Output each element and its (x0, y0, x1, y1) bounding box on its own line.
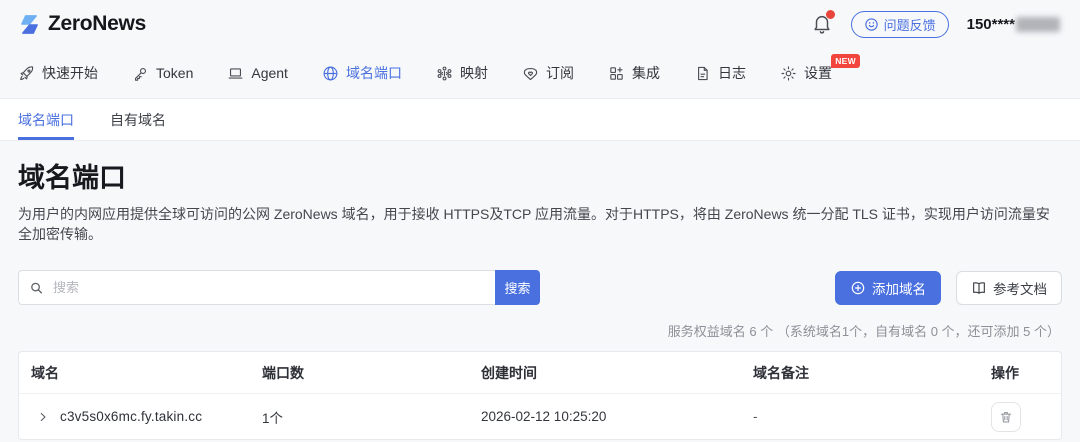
toolbar: 搜索 添加域名 参考文档 (18, 270, 1062, 305)
smiley-icon (864, 17, 879, 32)
trash-icon (999, 410, 1013, 424)
nav-item-subscription[interactable]: 订阅 (522, 63, 574, 83)
feedback-label: 问题反馈 (883, 17, 936, 33)
document-icon (694, 65, 711, 82)
key-icon (132, 65, 149, 82)
column-header-created: 创建时间 (481, 364, 537, 381)
globe-icon (322, 65, 339, 82)
tab-domain-ports[interactable]: 域名端口 (18, 99, 74, 140)
nav-item-token[interactable]: Token (132, 65, 193, 82)
search-input[interactable] (18, 270, 495, 305)
book-icon (971, 280, 987, 296)
add-domain-label: 添加域名 (872, 281, 926, 297)
created-at: 2026-02-12 10:25:20 (481, 409, 607, 424)
nodes-icon (436, 65, 453, 82)
nav-label: 映射 (459, 65, 488, 81)
add-domain-button[interactable]: 添加域名 (835, 270, 941, 305)
brand-name: ZeroNews (48, 12, 146, 35)
main-nav: 快速开始 Token Agent 域名端口 映射 订阅 集成 日志 设置 NEW (0, 48, 1080, 98)
column-header-note: 域名备注 (753, 364, 809, 381)
domains-table: 域名 端口数 创建时间 域名备注 操作 c3v5s0x6mc.fy.takin.… (18, 351, 1062, 440)
zeronews-logo-icon (18, 13, 41, 36)
search-button[interactable]: 搜索 (495, 270, 540, 305)
notification-dot (825, 10, 835, 19)
account-phone-blurred (1016, 16, 1060, 32)
nav-item-integrations[interactable]: 集成 (608, 63, 660, 83)
docs-button[interactable]: 参考文档 (956, 270, 1062, 305)
notification-bell-button[interactable] (811, 10, 835, 35)
top-header: ZeroNews 问题反馈 150**** (0, 0, 1080, 48)
feedback-button[interactable]: 问题反馈 (850, 10, 949, 38)
nav-label: 集成 (631, 65, 660, 81)
heart-badge-icon (522, 65, 539, 82)
domain-name[interactable]: c3v5s0x6mc.fy.takin.cc (60, 409, 202, 424)
search-group: 搜索 (18, 270, 540, 305)
nav-label: Agent (251, 65, 288, 81)
nav-label: 设置 (803, 65, 832, 81)
nav-label: 日志 (717, 65, 746, 81)
rocket-icon (18, 65, 35, 82)
laptop-icon (227, 65, 244, 82)
nav-label: 订阅 (545, 65, 574, 81)
nav-item-domain-ports[interactable]: 域名端口 (322, 63, 402, 83)
table-header-row: 域名 端口数 创建时间 域名备注 操作 (19, 352, 1061, 394)
grid-plus-icon (608, 65, 625, 82)
domain-note: - (753, 409, 758, 424)
row-expand-chevron-icon[interactable] (37, 411, 49, 423)
nav-label: Token (156, 65, 194, 81)
table-row: c3v5s0x6mc.fy.takin.cc 1个 2026-02-12 10:… (19, 394, 1061, 439)
nav-label: 域名端口 (345, 65, 402, 81)
docs-label: 参考文档 (993, 281, 1047, 297)
column-header-actions: 操作 (991, 364, 1019, 381)
page-description: 为用户的内网应用提供全球可访问的公网 ZeroNews 域名，用于接收 HTTP… (18, 206, 1050, 242)
nav-item-mapping[interactable]: 映射 (436, 63, 488, 83)
main-content: 域名端口 为用户的内网应用提供全球可访问的公网 ZeroNews 域名，用于接收… (0, 141, 1080, 440)
account-phone-masked: 150**** (966, 15, 1015, 33)
port-count: 1个 (262, 410, 284, 426)
gear-icon (780, 65, 797, 82)
plus-circle-icon (850, 280, 866, 296)
account-menu[interactable]: 150**** (967, 16, 1060, 33)
delete-domain-button[interactable] (991, 401, 1021, 432)
search-icon (29, 280, 44, 295)
page-title: 域名端口 (18, 163, 126, 193)
nav-label: 快速开始 (42, 65, 98, 81)
nav-item-settings[interactable]: 设置 NEW (780, 54, 860, 83)
nav-item-logs[interactable]: 日志 (694, 63, 746, 83)
column-header-ports: 端口数 (262, 364, 304, 381)
column-header-domain: 域名 (31, 364, 59, 381)
nav-item-quick-start[interactable]: 快速开始 (18, 63, 98, 83)
sub-tab-bar: 域名端口 自有域名 (0, 98, 1080, 141)
new-badge: NEW (831, 54, 860, 68)
tab-own-domains[interactable]: 自有域名 (110, 99, 166, 140)
nav-item-agent[interactable]: Agent (227, 65, 288, 82)
quota-summary: 服务权益域名 6 个 （系统域名1个，自有域名 0 个，还可添加 5 个） (667, 324, 1060, 339)
brand-logo[interactable]: ZeroNews (18, 12, 146, 36)
